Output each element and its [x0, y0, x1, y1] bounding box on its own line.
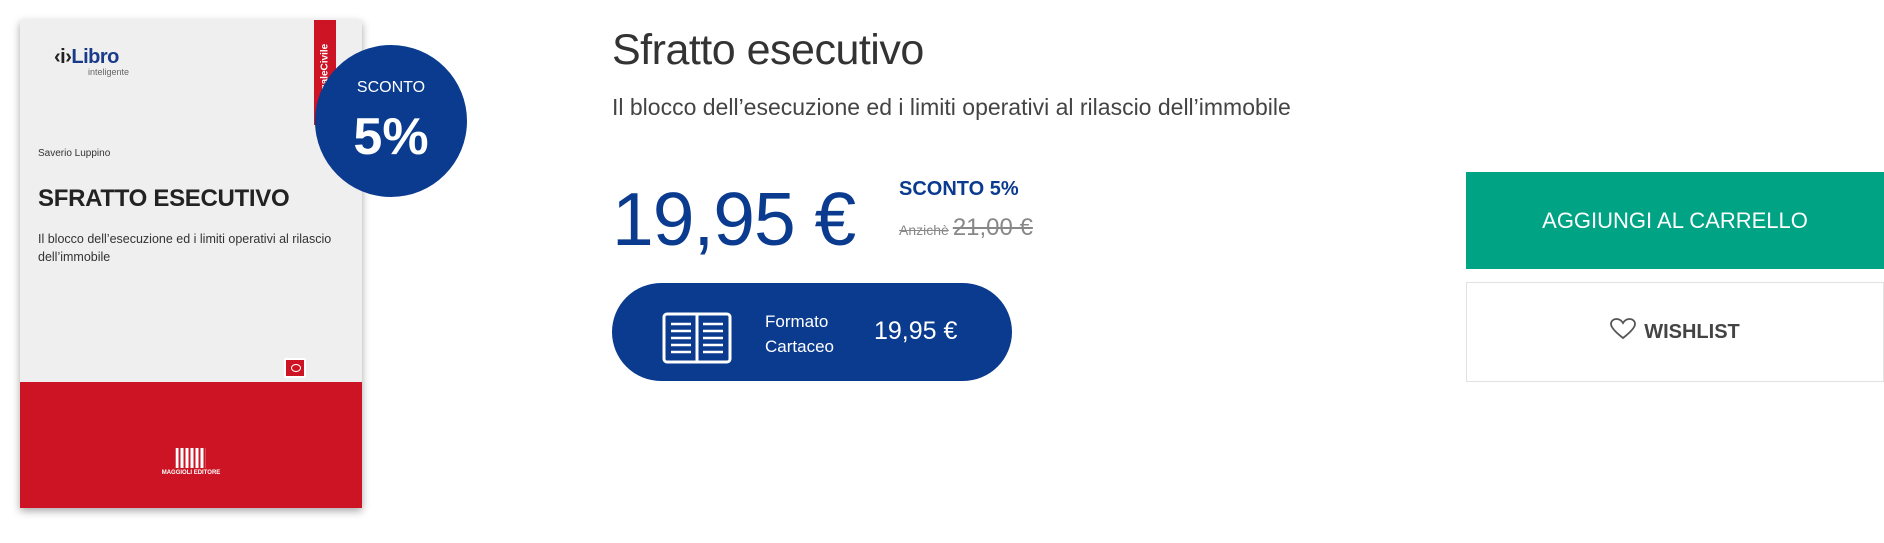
product-price: 19,95 € — [612, 177, 856, 261]
logo-sub: inteligente — [88, 67, 130, 77]
old-price: Anzichè 21,00 € — [899, 214, 1033, 242]
product-title: Sfratto esecutivo — [612, 26, 924, 74]
format-option-cartaceo[interactable]: Formato Cartaceo 19,95 € — [612, 283, 1012, 381]
book-icon — [662, 312, 732, 369]
wishlist-label: WISHLIST — [1644, 320, 1740, 343]
cover-title: SFRATTO ESECUTIVO — [38, 185, 290, 212]
cover-bottom-band: MAGGIOLI EDITORE — [20, 382, 362, 508]
format-label: Formato Cartaceo — [765, 309, 834, 359]
format-label-line1: Formato — [765, 312, 829, 331]
heart-icon — [1610, 318, 1637, 346]
discount-badge: SCONTO 5% — [315, 45, 467, 197]
ebook-icon — [284, 358, 306, 378]
book-cover[interactable]: LegaleCivile ‹i›Libro inteligente Saveri… — [20, 20, 362, 508]
discount-badge-value: 5% — [353, 108, 429, 166]
discount-badge-label: SCONTO — [356, 79, 426, 96]
format-label-line2: Cartaceo — [765, 337, 834, 356]
old-price-value: 21,00 € — [952, 214, 1033, 241]
wishlist-button[interactable]: WISHLIST — [1466, 282, 1884, 382]
format-price: 19,95 € — [874, 317, 958, 345]
publisher-name: MAGGIOLI EDITORE — [161, 470, 221, 476]
old-price-prefix: Anzichè — [899, 222, 949, 238]
logo-bracket: ‹i› — [54, 46, 72, 68]
add-to-cart-button[interactable]: AGGIUNGI AL CARRELLO — [1466, 172, 1884, 269]
cover-subtitle: Il blocco dell’esecuzione ed i limiti op… — [38, 232, 332, 264]
logo-main: Libro — [71, 46, 119, 68]
ilibro-logo: ‹i›Libro inteligente — [54, 46, 129, 77]
product-subtitle: Il blocco dell’esecuzione ed i limiti op… — [612, 94, 1291, 120]
publisher-logo: MAGGIOLI EDITORE — [161, 448, 221, 476]
publisher-mark-icon — [176, 448, 206, 468]
discount-label: SCONTO 5% — [899, 178, 1019, 200]
cover-author: Saverio Luppino — [38, 148, 111, 159]
